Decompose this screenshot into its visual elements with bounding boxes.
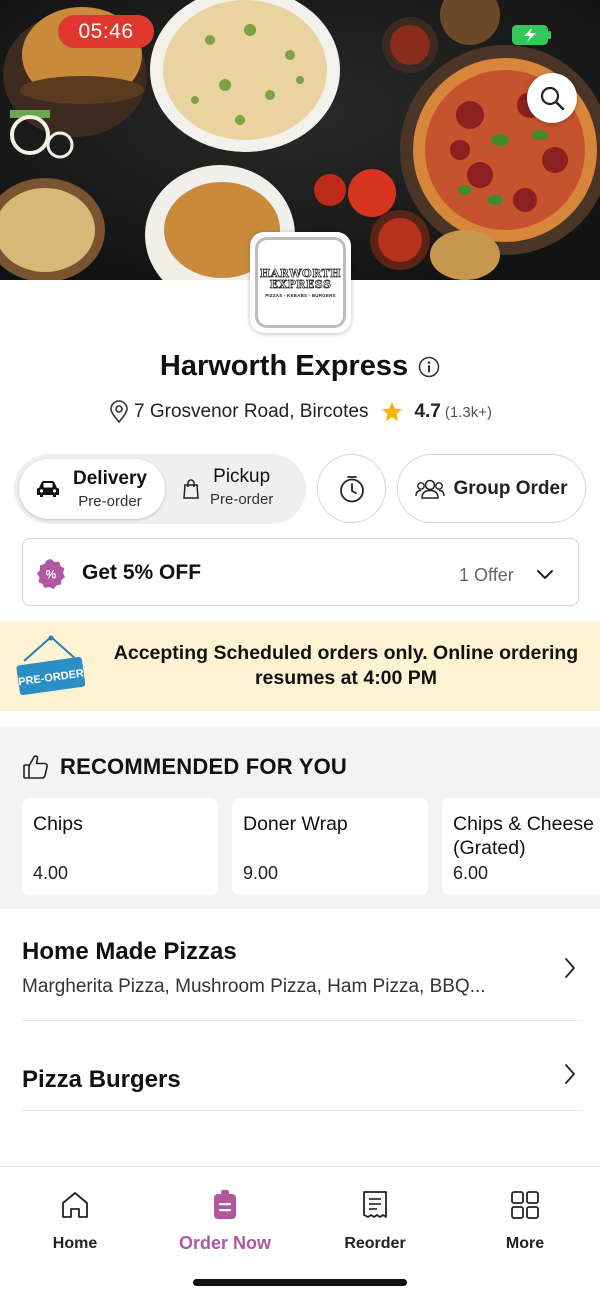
item-name: Chips [33,813,83,835]
logo-line3: PIZZAS - KEBABS - BURGERS [265,292,336,298]
status-time: 05:46 [58,15,154,48]
group-icon [415,479,446,499]
recommended-card[interactable]: Chips & Cheese (Grated) 6.00 [442,798,600,895]
item-name: Doner Wrap [243,813,348,835]
delivery-label: Delivery [73,468,147,489]
recommended-title: RECOMMENDED FOR YOU [60,754,347,779]
schedule-button[interactable] [317,454,386,523]
location-pin-icon [110,400,128,424]
chevron-right-icon [565,1064,575,1084]
shopping-bag-icon [183,479,199,499]
group-order-label: Group Order [453,477,568,499]
item-name: Chips & Cheese (Grated) [453,813,594,859]
grid-icon [511,1191,539,1219]
discount-badge-icon: % [37,559,65,589]
nav-label: Reorder [344,1235,406,1252]
nav-label: Home [52,1235,98,1252]
nav-more[interactable]: More [465,1189,585,1253]
item-price: 9.00 [243,863,279,883]
nav-order-now[interactable]: Order Now [165,1189,285,1254]
nav-reorder[interactable]: Reorder [315,1189,435,1253]
home-indicator[interactable] [193,1279,407,1286]
delivery-option[interactable]: Delivery Pre-order [19,459,165,519]
svg-text:%: % [46,568,57,582]
nav-label: Order Now [178,1233,271,1253]
battery-icon [512,25,551,45]
nav-home[interactable]: Home [15,1189,135,1253]
recommended-card[interactable]: Chips 4.00 [22,798,218,895]
chevron-right-icon [565,958,575,978]
receipt-icon [363,1191,387,1218]
category-title: Pizza Burgers [22,1066,181,1093]
car-icon [37,481,59,497]
chevron-down-icon [537,570,553,579]
preorder-sign-icon: PRE-ORDER [16,635,86,696]
order-type-toggle: Delivery Pre-order Pickup Pre-order [14,454,306,524]
restaurant-logo: HARWORTH EXPRESS PIZZAS - KEBABS - BURGE… [250,232,351,333]
logo-line1: HARWORTH [259,266,342,280]
category-row[interactable]: Pizza Burgers [22,1022,582,1111]
item-price: 6.00 [453,863,489,883]
item-price: 4.00 [33,863,69,883]
pickup-option[interactable]: Pickup Pre-order [182,459,302,519]
rating-count: (1.3k+) [444,403,492,421]
address-row: 7 Grosvenor Road, Bircotes 4.7 (1.3k+) [0,400,600,424]
thumbs-up-icon [23,755,48,779]
preorder-message: Accepting Scheduled orders only. Online … [113,642,579,689]
restaurant-address: 7 Grosvenor Road, Bircotes [134,401,369,422]
star-icon [382,402,403,421]
pickup-sublabel: Pre-order [210,491,274,508]
category-subtitle: Margherita Pizza, Mushroom Pizza, Ham Pi… [22,976,486,997]
category-title: Home Made Pizzas [22,938,237,965]
group-order-button[interactable]: Group Order [397,454,586,523]
timer-icon [339,475,364,502]
restaurant-title-row: Harworth Express [0,350,600,383]
rating-value: 4.7 [414,401,441,422]
logo-line2: EXPRESS [269,277,332,291]
recommended-card[interactable]: Doner Wrap 9.00 [232,798,428,895]
search-icon [540,86,565,111]
home-icon [62,1192,88,1218]
offer-count: 1 Offer [459,565,514,585]
restaurant-name: Harworth Express [159,350,409,382]
recommended-header: RECOMMENDED FOR YOU [22,754,347,780]
order-icon [214,1190,236,1219]
nav-label: More [505,1235,545,1252]
search-button[interactable] [527,73,577,123]
preorder-banner: PRE-ORDER Accepting Scheduled orders onl… [0,621,600,711]
offer-title: Get 5% OFF [82,561,202,584]
recommended-section: RECOMMENDED FOR YOU Chips 4.00 Doner Wra… [0,727,600,909]
delivery-sublabel: Pre-order [78,493,142,510]
category-row[interactable]: Home Made Pizzas Margherita Pizza, Mushr… [22,920,582,1021]
pickup-label: Pickup [213,466,271,487]
info-icon[interactable] [418,356,440,378]
offer-row[interactable]: % Get 5% OFF 1 Offer [22,538,579,606]
